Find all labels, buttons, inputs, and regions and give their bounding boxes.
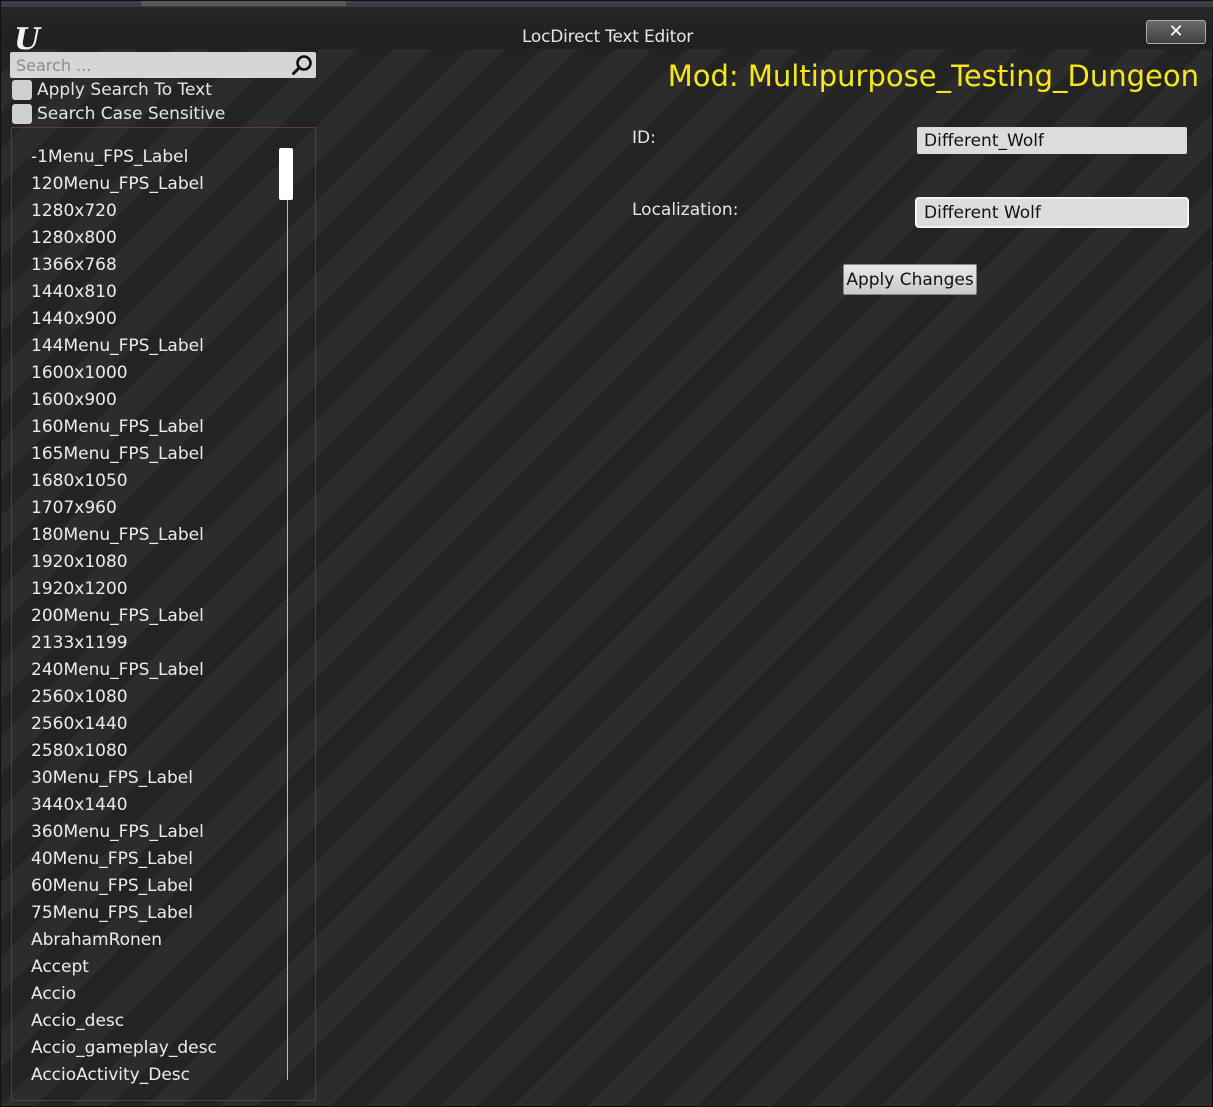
list-item[interactable]: 2560x1080 — [31, 684, 217, 711]
apply-search-to-text-row[interactable]: Apply Search To Text — [12, 79, 212, 101]
search-box[interactable] — [10, 52, 316, 78]
id-field[interactable] — [917, 127, 1187, 154]
list-item[interactable]: Accept — [31, 954, 217, 981]
list-item[interactable]: 180Menu_FPS_Label — [31, 522, 217, 549]
list-item[interactable]: 1707x960 — [31, 495, 217, 522]
list-item[interactable]: 120Menu_FPS_Label — [31, 171, 217, 198]
list-item[interactable]: -1Menu_FPS_Label — [31, 144, 217, 171]
window-title: LocDirect Text Editor — [521, 27, 694, 47]
list-item[interactable]: 1600x900 — [31, 387, 217, 414]
list-item[interactable]: 30Menu_FPS_Label — [31, 765, 217, 792]
apply-search-to-text-label: Apply Search To Text — [37, 80, 212, 100]
list-item[interactable]: 240Menu_FPS_Label — [31, 657, 217, 684]
id-label: ID: — [632, 128, 656, 148]
list-item[interactable]: 2580x1080 — [31, 738, 217, 765]
scrollbar-thumb[interactable] — [279, 148, 293, 200]
locdirect-window: U LocDirect Text Editor ✕ Apply Search T… — [0, 0, 1213, 1107]
list-item[interactable]: 1440x900 — [31, 306, 217, 333]
list-item[interactable]: 1600x1000 — [31, 360, 217, 387]
search-icon[interactable] — [290, 53, 314, 77]
top-strip-mark — [141, 1, 346, 6]
list-item[interactable]: 2133x1199 — [31, 630, 217, 657]
apply-changes-button[interactable]: Apply Changes — [843, 264, 977, 295]
search-case-sensitive-checkbox[interactable] — [12, 104, 32, 124]
string-id-list: -1Menu_FPS_Label 120Menu_FPS_Label 1280x72… — [11, 127, 316, 1101]
localization-label: Localization: — [632, 200, 739, 220]
list-item[interactable]: 144Menu_FPS_Label — [31, 333, 217, 360]
close-button[interactable]: ✕ — [1146, 20, 1206, 44]
scrollbar-track[interactable] — [287, 148, 288, 1080]
list-item[interactable]: Accio — [31, 981, 217, 1008]
list-item[interactable]: 1280x720 — [31, 198, 217, 225]
list-item[interactable]: 60Menu_FPS_Label — [31, 873, 217, 900]
localization-field[interactable] — [917, 199, 1187, 226]
search-case-sensitive-label: Search Case Sensitive — [37, 104, 226, 124]
list-item[interactable]: 1280x800 — [31, 225, 217, 252]
search-case-sensitive-row[interactable]: Search Case Sensitive — [12, 103, 225, 125]
list-item[interactable]: 3440x1440 — [31, 792, 217, 819]
list-item[interactable]: AbrahamRonen — [31, 927, 217, 954]
list-item[interactable]: 1366x768 — [31, 252, 217, 279]
mod-title: Mod: Multipurpose_Testing_Dungeon — [667, 59, 1199, 93]
list-item[interactable]: 200Menu_FPS_Label — [31, 603, 217, 630]
list-item[interactable]: Accio_desc — [31, 1008, 217, 1035]
apply-search-to-text-checkbox[interactable] — [12, 80, 32, 100]
list-item[interactable]: 1680x1050 — [31, 468, 217, 495]
list-item[interactable]: 360Menu_FPS_Label — [31, 819, 217, 846]
search-input[interactable] — [16, 54, 286, 76]
list-item[interactable]: 75Menu_FPS_Label — [31, 900, 217, 927]
list-item[interactable]: AccioActivity_Desc — [31, 1062, 217, 1089]
list-item[interactable]: 160Menu_FPS_Label — [31, 414, 217, 441]
title-bar[interactable]: U LocDirect Text Editor ✕ — [1, 7, 1213, 54]
string-id-list-items: -1Menu_FPS_Label 120Menu_FPS_Label 1280x72… — [31, 144, 217, 1089]
list-item[interactable]: 2560x1440 — [31, 711, 217, 738]
list-item[interactable]: 1920x1080 — [31, 549, 217, 576]
list-item[interactable]: Accio_gameplay_desc — [31, 1035, 217, 1062]
close-icon: ✕ — [1168, 21, 1184, 42]
list-item[interactable]: 165Menu_FPS_Label — [31, 441, 217, 468]
list-item[interactable]: 1920x1200 — [31, 576, 217, 603]
list-item[interactable]: 40Menu_FPS_Label — [31, 846, 217, 873]
list-item[interactable]: 1440x810 — [31, 279, 217, 306]
